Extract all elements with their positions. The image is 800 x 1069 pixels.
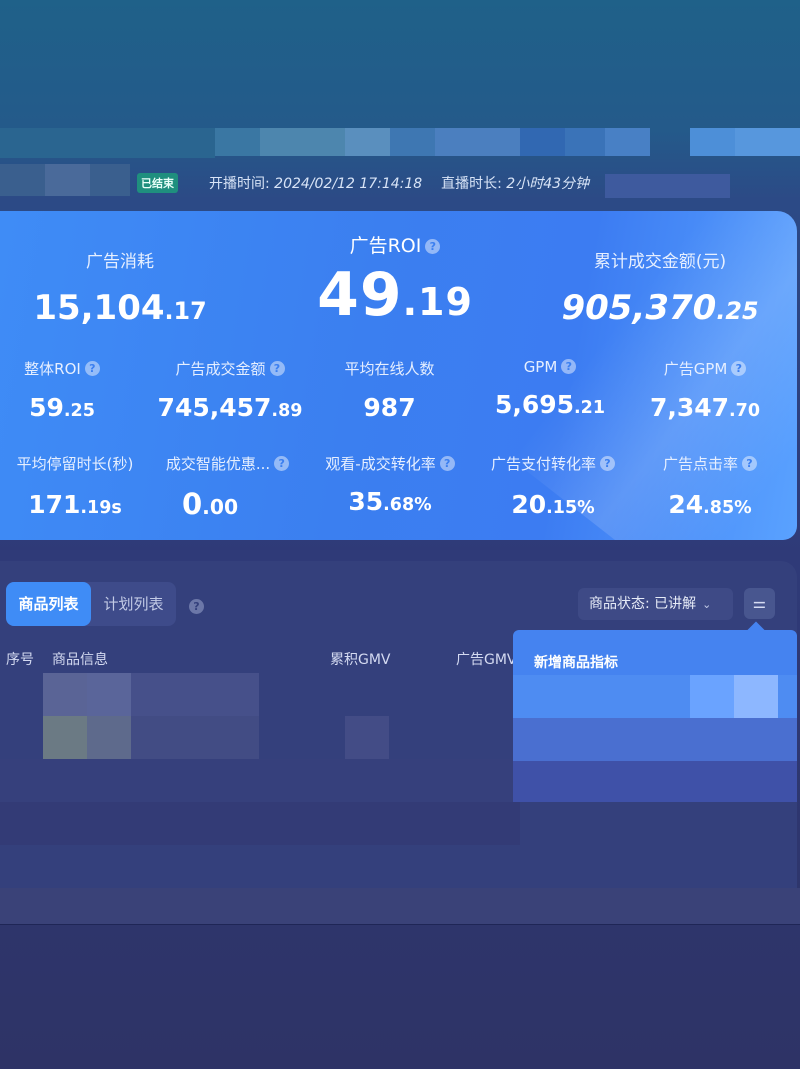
value-decimal: .25 — [63, 401, 95, 421]
column-index: 序号 — [6, 652, 34, 668]
help-icon[interactable]: ? — [274, 456, 290, 471]
value-integer: 5,695 — [494, 390, 575, 419]
value-decimal: .00 — [202, 495, 239, 519]
metric-value: 745,457.89 — [145, 393, 315, 422]
metric-label: 广告GPM — [663, 360, 728, 378]
metric-total-gmv: 累计成交金额(元) 905,370.25 — [550, 247, 770, 328]
value-integer: 987 — [363, 393, 416, 422]
status-badge: 已结束 — [137, 173, 178, 193]
metric-ad-gpm: 广告GPM? 7,347.70 — [640, 358, 770, 422]
value-integer: 35 — [348, 487, 384, 516]
value-integer: 59 — [29, 393, 64, 422]
help-icon[interactable]: ? — [189, 599, 204, 614]
help-icon[interactable]: ? — [425, 239, 441, 254]
metric-label: 累计成交金额(元) — [593, 252, 727, 272]
metric-value: 24.85% — [640, 490, 780, 519]
metric-value: 7,347.70 — [640, 393, 770, 422]
sliders-icon: ⚌ — [752, 594, 767, 612]
value-decimal: .25 — [716, 297, 759, 325]
help-icon[interactable]: ? — [84, 361, 100, 376]
help-icon[interactable]: ? — [600, 456, 615, 471]
column-product-info: 商品信息 — [52, 652, 108, 668]
status-select-value: 商品状态: 已讲解 — [589, 596, 697, 612]
metric-label: 成交智能优惠... — [165, 455, 271, 473]
value-decimal: .21 — [574, 398, 606, 418]
value-integer: 49 — [317, 260, 403, 330]
value-decimal: .15% — [546, 498, 595, 518]
metric-value: 5,695.21 — [480, 390, 620, 419]
value-integer: 745,457 — [157, 393, 272, 422]
metric-ad-pay-conversion: 广告支付转化率? 20.15% — [478, 453, 628, 519]
start-time-label: 开播时间: — [209, 176, 270, 192]
product-list-panel: 商品列表 计划列表 ? 商品状态: 已讲解 ⌄ ⚌ 序号 商品信息 累积GMV 广… — [0, 561, 797, 925]
metric-ad-spend: 广告消耗 15,104.17 — [30, 247, 210, 328]
metric-label: GPM — [523, 358, 558, 376]
metric-value: 987 — [322, 393, 457, 422]
metric-value: 905,370.25 — [550, 288, 770, 328]
metric-value: 49.19 — [300, 260, 490, 330]
live-session-header: 已结束 开播时间: 2024/02/12 17:14:18 直播时长: 2小时4… — [0, 160, 800, 205]
product-status-select[interactable]: 商品状态: 已讲解 ⌄ — [578, 588, 733, 620]
value-integer: 0 — [181, 487, 203, 521]
metric-ad-roi: 广告ROI? 49.19 — [300, 231, 490, 330]
metric-label: 广告消耗 — [86, 252, 154, 272]
metric-ad-ctr: 广告点击率? 24.85% — [640, 453, 780, 519]
metrics-settings-button[interactable]: ⚌ — [744, 588, 775, 619]
metric-value: 15,104.17 — [30, 288, 210, 328]
value-integer: 15,104 — [33, 288, 165, 328]
help-icon[interactable]: ? — [439, 456, 455, 471]
help-icon[interactable]: ? — [742, 456, 757, 471]
metric-label: 广告成交金额 — [175, 360, 266, 378]
divider — [0, 924, 800, 925]
list-tabs: 商品列表 计划列表 — [6, 582, 176, 626]
metric-value: 35.68% — [315, 487, 465, 516]
add-metrics-dropdown: 新增商品指标 — [513, 630, 797, 802]
metric-overall-roi: 整体ROI? 59.25 — [0, 358, 124, 422]
value-decimal: .19 — [402, 280, 473, 324]
session-meta: 开播时间: 2024/02/12 17:14:18 直播时长: 2小时43分钟 — [209, 173, 589, 193]
column-ad-gmv: 广告GMV — [456, 652, 517, 668]
metric-label: 整体ROI — [24, 360, 81, 378]
value-decimal: .19s — [80, 498, 122, 518]
metric-ad-gmv: 广告成交金额? 745,457.89 — [145, 358, 315, 422]
list-help: ? — [185, 597, 204, 616]
help-icon[interactable]: ? — [269, 361, 285, 376]
metric-smart-discount: 成交智能优惠...? 0.00 — [155, 453, 300, 521]
metric-label: 广告点击率 — [662, 455, 738, 473]
value-decimal: .89 — [271, 401, 303, 421]
metric-label: 广告ROI — [349, 235, 422, 257]
value-integer: 905,370 — [561, 288, 717, 328]
value-integer: 171 — [28, 490, 81, 519]
value-decimal: .68% — [383, 495, 432, 515]
value-decimal: .70 — [729, 401, 761, 421]
dropdown-title: 新增商品指标 — [534, 655, 618, 671]
value-integer: 7,347 — [649, 393, 730, 422]
duration-label: 直播时长: — [441, 176, 502, 192]
metric-value: 0.00 — [120, 487, 300, 521]
tab-plan-list[interactable]: 计划列表 — [91, 582, 176, 626]
metrics-card: 广告消耗 15,104.17 广告ROI? 49.19 累计成交金额(元) 90… — [0, 211, 797, 540]
value-decimal: .85% — [703, 498, 752, 518]
column-total-gmv: 累积GMV — [330, 652, 391, 668]
value-integer: 24 — [668, 490, 704, 519]
metric-value: 59.25 — [0, 393, 124, 422]
metric-avg-online: 平均在线人数 987 — [322, 358, 457, 422]
duration-value: 2小时43分钟 — [506, 176, 590, 192]
metric-view-conversion: 观看-成交转化率? 35.68% — [315, 453, 465, 516]
tab-product-list[interactable]: 商品列表 — [6, 582, 91, 626]
help-icon[interactable]: ? — [561, 359, 577, 374]
chevron-down-icon: ⌄ — [702, 598, 712, 611]
help-icon[interactable]: ? — [731, 361, 747, 376]
pixelated-product-rows — [0, 673, 520, 883]
value-decimal: .17 — [164, 297, 207, 325]
bottom-bar — [0, 888, 800, 924]
metric-value: 20.15% — [478, 490, 628, 519]
metric-label: 平均在线人数 — [344, 360, 435, 378]
metric-gpm: GPM? 5,695.21 — [480, 358, 620, 419]
metric-label: 观看-成交转化率 — [325, 455, 436, 473]
value-integer: 20 — [511, 490, 547, 519]
metric-label: 平均停留时长(秒) — [16, 455, 134, 473]
metric-label: 广告支付转化率 — [490, 455, 596, 473]
start-time-value: 2024/02/12 17:14:18 — [274, 176, 423, 192]
